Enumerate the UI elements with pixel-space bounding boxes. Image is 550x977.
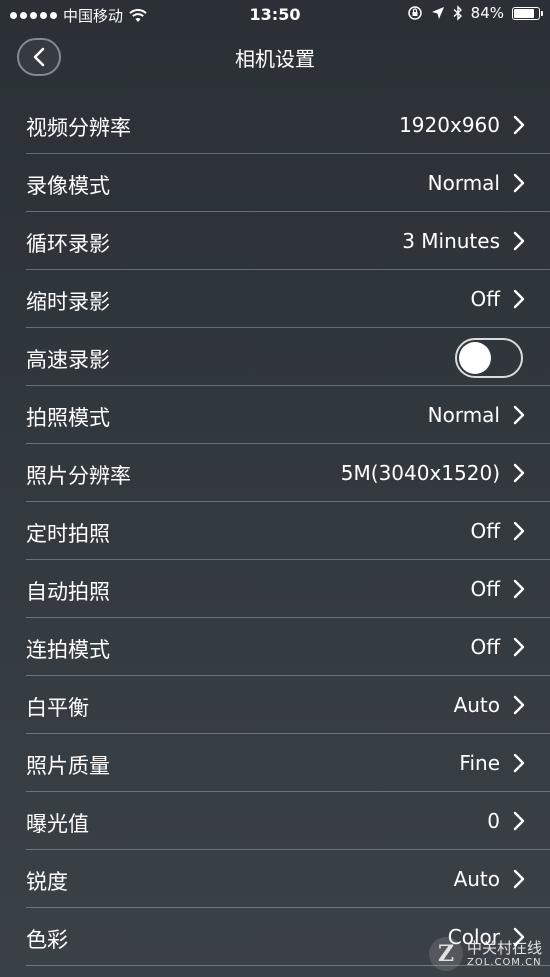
rotation-lock-icon [407,6,422,20]
setting-row[interactable]: 缩时录影 Off [26,270,550,328]
chevron-right-icon [513,521,525,541]
settings-list: 视频分辨率 1920x960 录像模式 Normal 循环录影 3 Minutes 缩时录影… [26,96,550,966]
setting-value: 1920x960 [399,113,500,137]
zol-logo-icon: Z [428,937,463,971]
setting-label: 高速录影 [26,348,110,372]
chevron-right-icon [513,869,525,889]
watermark: Z 中关村在线 ZOL.COM.CN [428,937,542,971]
setting-value: Off [470,519,500,543]
bluetooth-icon [453,5,462,21]
setting-value: 5M(3040x1520) [340,461,500,485]
toggle-switch[interactable] [455,338,523,378]
setting-value: Normal [427,171,500,195]
status-right: 84% [407,4,543,22]
chevron-right-icon [513,579,525,599]
setting-label: 连拍模式 [26,638,110,662]
setting-value: Normal [427,403,500,427]
setting-label: 缩时录影 [26,290,110,314]
setting-row[interactable]: 视频分辨率 1920x960 [26,96,550,154]
chevron-right-icon [513,637,525,657]
setting-row[interactable]: 照片质量 Fine [26,734,550,792]
setting-label: 视频分辨率 [26,116,131,140]
setting-label: 定时拍照 [26,522,110,546]
battery-fill [514,8,534,18]
setting-row[interactable]: 定时拍照 Off [26,502,550,560]
battery-icon [512,6,543,20]
page-title: 相机设置 [235,47,315,71]
header: 相机设置 [0,28,550,88]
setting-value: Fine [459,751,500,775]
setting-label: 照片质量 [26,754,110,778]
setting-row[interactable]: 循环录影 3 Minutes [26,212,550,270]
setting-label: 曝光值 [26,812,89,836]
chevron-right-icon [513,753,525,773]
setting-row[interactable]: 照片分辨率 5M(3040x1520) [26,444,550,502]
setting-value: Off [470,635,500,659]
setting-row[interactable]: 连拍模式 Off [26,618,550,676]
chevron-right-icon [513,695,525,715]
battery-percent: 84% [470,4,504,22]
setting-value: 0 [487,809,500,833]
setting-value: Off [470,577,500,601]
setting-row[interactable]: 曝光值 0 [26,792,550,850]
chevron-right-icon [513,173,525,193]
setting-row[interactable]: 高速录影 [26,328,550,386]
setting-value: Auto [453,867,500,891]
toggle-knob [459,342,491,374]
chevron-right-icon [513,115,525,135]
setting-label: 录像模式 [26,174,110,198]
setting-value: 3 Minutes [402,229,500,253]
watermark-cn: 中关村在线 [466,939,542,958]
chevron-right-icon [513,811,525,831]
chevron-right-icon [513,289,525,309]
setting-label: 色彩 [26,928,68,952]
setting-value: Auto [453,693,500,717]
chevron-right-icon [513,463,525,483]
setting-row[interactable]: 白平衡 Auto [26,676,550,734]
location-icon [431,7,444,19]
setting-label: 循环录影 [26,232,110,256]
setting-label: 锐度 [26,870,68,894]
setting-label: 照片分辨率 [26,464,131,488]
setting-row[interactable]: 拍照模式 Normal [26,386,550,444]
chevron-right-icon [513,231,525,251]
setting-row[interactable]: 锐度 Auto [26,850,550,908]
chevron-right-icon [513,405,525,425]
status-bar: 中国移动 13:50 84% [0,0,550,28]
setting-label: 拍照模式 [26,406,110,430]
setting-label: 自动拍照 [26,580,110,604]
setting-row[interactable]: 录像模式 Normal [26,154,550,212]
setting-label: 白平衡 [26,696,89,720]
setting-value: Off [470,287,500,311]
watermark-en: ZOL.COM.CN [466,956,542,968]
setting-row[interactable]: 自动拍照 Off [26,560,550,618]
watermark-text: 中关村在线 ZOL.COM.CN [467,940,542,968]
